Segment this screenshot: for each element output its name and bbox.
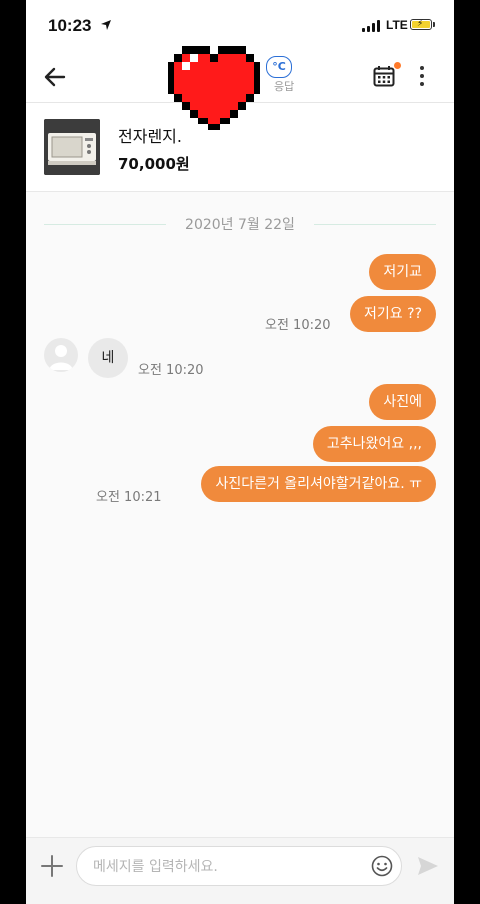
message-time: 오전 10:20: [265, 318, 331, 333]
location-arrow-icon: [101, 20, 111, 30]
battery-nub: [433, 22, 435, 27]
message-time: 오전 10:21: [96, 490, 162, 505]
chat-header: °C 응답: [26, 46, 454, 130]
message-list[interactable]: 2020년 7월 22일 저기교 오전 10:20 저기요 ?? 네 오전 10…: [26, 192, 454, 837]
message-input[interactable]: [91, 847, 365, 887]
status-bar: 10:23 LTE ⚡: [26, 0, 454, 50]
temperature-badge: °C: [266, 56, 292, 78]
message-input-bar: [26, 837, 454, 904]
product-price: 70,000원: [118, 155, 190, 173]
outgoing-message[interactable]: 저기요 ??: [350, 296, 436, 332]
plus-icon[interactable]: [40, 854, 64, 878]
phone-screen: 10:23 LTE ⚡ °C 응답 전자렌지. 70,000원 2020년 7월…: [26, 0, 454, 904]
network-label: LTE: [386, 18, 408, 32]
avatar: [44, 338, 78, 372]
outgoing-message[interactable]: 저기교: [369, 254, 436, 290]
status-time: 10:23: [48, 16, 92, 35]
product-thumbnail: [44, 119, 100, 175]
reply-rate-label: 응답: [274, 80, 295, 93]
date-divider: 2020년 7월 22일: [44, 214, 436, 234]
incoming-message[interactable]: 네: [88, 338, 128, 378]
product-summary[interactable]: 전자렌지. 70,000원: [26, 103, 454, 192]
outgoing-message[interactable]: 사진에: [369, 384, 436, 420]
outgoing-message[interactable]: 사진다른거 올리셔야할거같아요. ㅠ: [201, 466, 436, 502]
emoji-icon[interactable]: [371, 855, 393, 877]
back-arrow-icon[interactable]: [40, 62, 70, 92]
message-time: 오전 10:20: [138, 363, 204, 378]
message-input-box[interactable]: [76, 846, 402, 887]
notification-dot: [394, 62, 401, 69]
send-icon[interactable]: [416, 854, 440, 878]
product-title: 전자렌지.: [118, 127, 182, 146]
date-label: 2020년 7월 22일: [185, 217, 295, 233]
outgoing-message[interactable]: 고추나왔어요 ,,,: [312, 426, 436, 462]
battery-icon: ⚡: [410, 19, 432, 30]
microwave-icon: [44, 119, 100, 175]
more-vertical-icon[interactable]: [418, 64, 426, 88]
calendar-icon[interactable]: [372, 64, 396, 88]
